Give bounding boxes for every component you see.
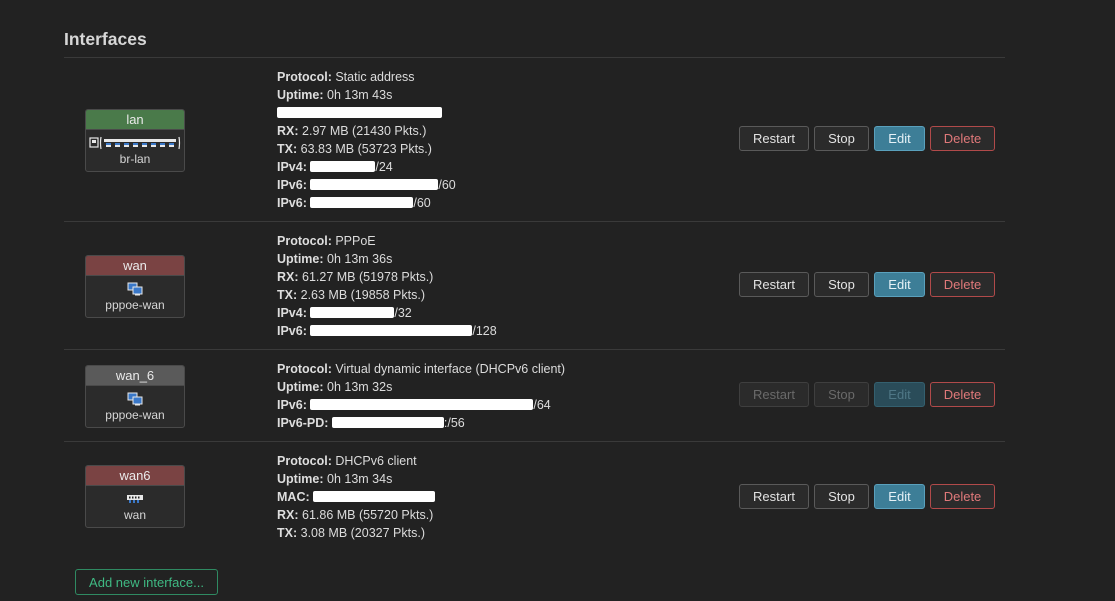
ethernet-port-icon <box>86 490 184 508</box>
delete-button[interactable]: Delete <box>930 126 995 151</box>
interface-name: wan_6 <box>86 366 184 386</box>
interface-badge-wan_6: wan_6 pppoe-wan <box>85 365 185 428</box>
status-line: IPv4: /24 <box>277 160 393 174</box>
redaction <box>310 179 439 190</box>
interface-device: br-lan <box>119 152 151 166</box>
section-title: Interfaces <box>64 29 147 49</box>
status-line: TX: 2.63 MB (19858 Pkts.) <box>277 288 425 302</box>
redaction <box>277 107 442 118</box>
delete-button[interactable]: Delete <box>930 272 995 297</box>
interface-actions: Restart Stop Edit Delete <box>739 382 995 407</box>
status-line: MAC: <box>277 488 436 506</box>
interface-device: wan <box>123 508 146 522</box>
interface-badge-lan: lan br-lan <box>85 109 185 172</box>
delete-button[interactable]: Delete <box>930 484 995 509</box>
tunnel-interface-icon <box>86 280 184 298</box>
interface-actions: Restart Stop Edit Delete <box>739 126 995 151</box>
interface-status: Protocol: Static address Uptime: 0h 13m … <box>277 68 456 212</box>
redaction <box>310 307 395 318</box>
status-line: RX: 61.27 MB (51978 Pkts.) <box>277 270 434 284</box>
status-line: Protocol: PPPoE <box>277 234 376 248</box>
interface-row-lan: lan br-lan Protocol: Static address Upti… <box>64 58 1005 222</box>
interface-row-wan: wan pppoe-wan Protocol: PPPoE Uptime: 0h… <box>64 222 1005 350</box>
status-line: Protocol: Static address <box>277 70 415 84</box>
status-line: IPv6: /60 <box>277 196 431 210</box>
status-line: Protocol: Virtual dynamic interface (DHC… <box>277 362 566 376</box>
edit-button[interactable]: Edit <box>874 484 925 509</box>
bridge-network-icon <box>86 134 184 152</box>
interface-device: pppoe-wan <box>105 408 165 422</box>
interface-name: lan <box>86 110 184 130</box>
status-line: Uptime: 0h 13m 34s <box>277 472 393 486</box>
delete-button[interactable]: Delete <box>930 382 995 407</box>
status-line: TX: 3.08 MB (20327 Pkts.) <box>277 526 425 540</box>
status-line: IPv6: /60 <box>277 178 456 192</box>
status-line: TX: 63.83 MB (53723 Pkts.) <box>277 142 432 156</box>
restart-button[interactable]: Restart <box>739 126 809 151</box>
edit-button[interactable]: Edit <box>874 272 925 297</box>
tunnel-interface-icon <box>86 390 184 408</box>
stop-button[interactable]: Stop <box>814 126 869 151</box>
status-line: Protocol: DHCPv6 client <box>277 454 417 468</box>
redaction <box>331 417 444 428</box>
redaction <box>313 491 436 502</box>
redaction <box>310 325 473 336</box>
interface-row-wan6: wan6 wan Protocol: DHCPv6 client Uptime:… <box>64 442 1005 552</box>
stop-button: Stop <box>814 382 869 407</box>
edit-button[interactable]: Edit <box>874 126 925 151</box>
interface-actions: Restart Stop Edit Delete <box>739 484 995 509</box>
redaction <box>310 399 534 410</box>
interface-device: pppoe-wan <box>105 298 165 312</box>
status-line: IPv6: /128 <box>277 324 497 338</box>
interface-name: wan6 <box>86 466 184 486</box>
status-line: Uptime: 0h 13m 32s <box>277 380 393 394</box>
status-line: IPv6-PD: :/56 <box>277 416 465 430</box>
interface-status: Protocol: DHCPv6 client Uptime: 0h 13m 3… <box>277 452 436 542</box>
stop-button[interactable]: Stop <box>814 484 869 509</box>
interface-name: wan <box>86 256 184 276</box>
status-line: RX: 2.97 MB (21430 Pkts.) <box>277 124 427 138</box>
interface-row-wan_6: wan_6 pppoe-wan Protocol: Virtual dynami… <box>64 350 1005 442</box>
restart-button[interactable]: Restart <box>739 272 809 297</box>
interface-actions: Restart Stop Edit Delete <box>739 272 995 297</box>
status-line: IPv6: /64 <box>277 398 551 412</box>
interface-badge-wan6: wan6 wan <box>85 465 185 528</box>
redaction <box>310 161 376 172</box>
status-line: Uptime: 0h 13m 43s <box>277 88 393 102</box>
status-line-redacted <box>277 104 456 122</box>
restart-button: Restart <box>739 382 809 407</box>
interface-status: Protocol: Virtual dynamic interface (DHC… <box>277 360 565 432</box>
status-line: IPv4: /32 <box>277 306 412 320</box>
status-line: Uptime: 0h 13m 36s <box>277 252 393 266</box>
add-interface-button[interactable]: Add new interface... <box>75 569 218 595</box>
interface-status: Protocol: PPPoE Uptime: 0h 13m 36s RX: 6… <box>277 232 497 340</box>
edit-button: Edit <box>874 382 925 407</box>
interface-badge-wan: wan pppoe-wan <box>85 255 185 318</box>
stop-button[interactable]: Stop <box>814 272 869 297</box>
status-line: RX: 61.86 MB (55720 Pkts.) <box>277 508 434 522</box>
restart-button[interactable]: Restart <box>739 484 809 509</box>
redaction <box>310 197 414 208</box>
